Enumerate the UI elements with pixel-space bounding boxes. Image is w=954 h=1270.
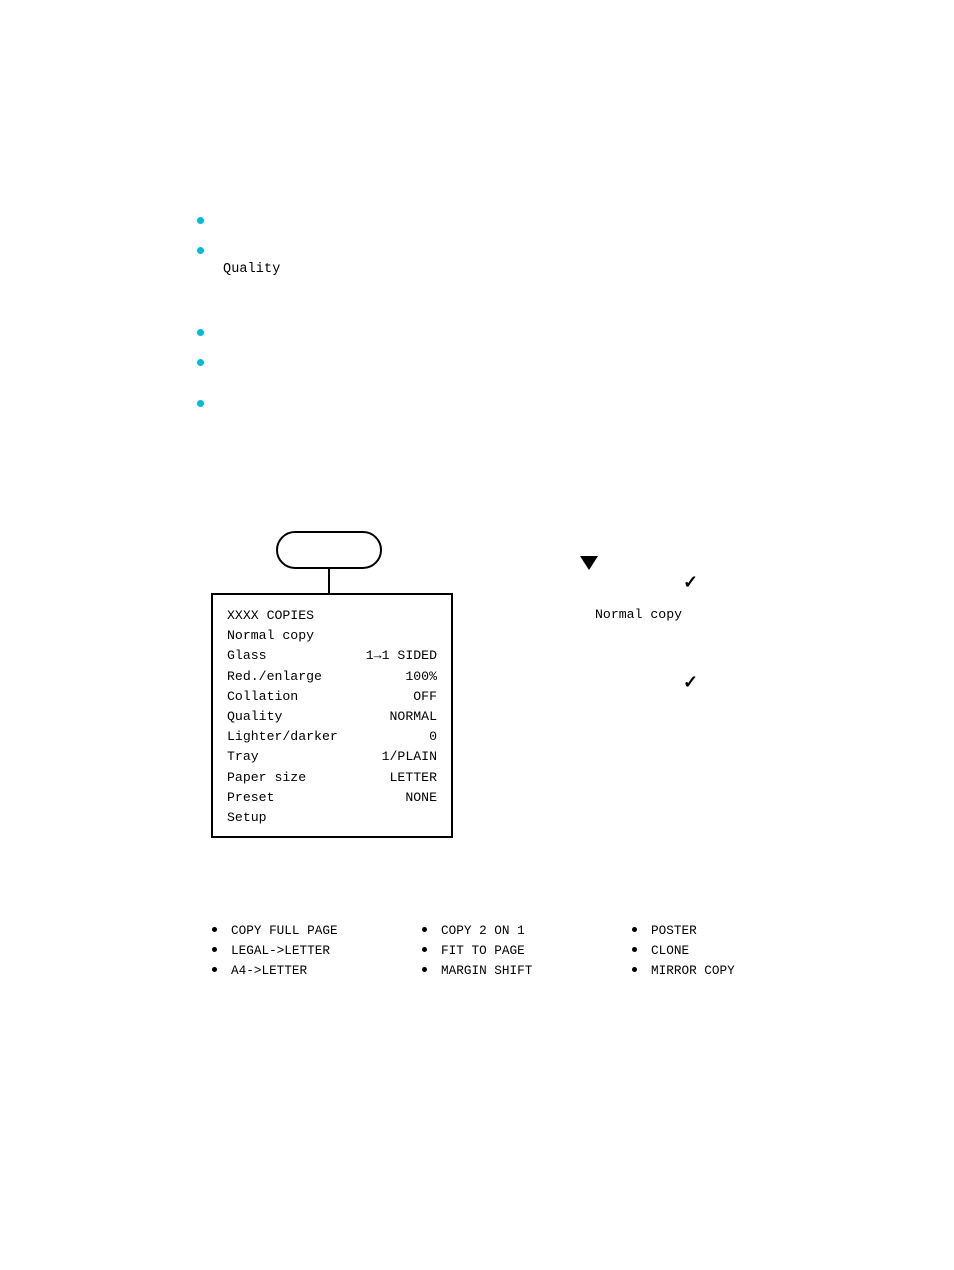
lcd-display: XXXX COPIES Normal copy Glass1→1 SIDED R… bbox=[211, 593, 453, 838]
check-icon: ✓ bbox=[683, 672, 698, 693]
list-item: COPY FULL PAGE bbox=[212, 921, 412, 941]
lcd-row: Glass1→1 SIDED bbox=[227, 646, 437, 666]
bullet-icon bbox=[197, 359, 204, 366]
note-bullet-4 bbox=[197, 354, 757, 366]
bullet-icon bbox=[422, 967, 427, 972]
chevron-down-icon bbox=[580, 556, 598, 570]
lcd-row: Paper sizeLETTER bbox=[227, 768, 437, 788]
preset-col-1: COPY FULL PAGE LEGAL->LETTER A4->LETTER bbox=[212, 921, 412, 981]
list-item: MIRROR COPY bbox=[632, 961, 832, 981]
bullet-icon bbox=[422, 927, 427, 932]
note-bullet-5 bbox=[197, 395, 757, 407]
lcd-title: XXXX COPIES bbox=[227, 606, 314, 626]
lcd-row: Setup bbox=[227, 808, 437, 828]
bullet-icon bbox=[197, 329, 204, 336]
bullet-icon bbox=[632, 927, 637, 932]
bullet-icon bbox=[422, 947, 427, 952]
bullet-icon bbox=[197, 400, 204, 407]
right-option-normal-copy: Normal copy bbox=[595, 605, 682, 625]
bullet-icon bbox=[212, 967, 217, 972]
lcd-row: CollationOFF bbox=[227, 687, 437, 707]
bullet-icon bbox=[212, 947, 217, 952]
preset-options: COPY FULL PAGE LEGAL->LETTER A4->LETTER … bbox=[212, 921, 832, 981]
bullet-icon bbox=[197, 217, 204, 224]
page-root: Quality XXXX COPIES Normal copy Glass1→1… bbox=[0, 0, 954, 1270]
list-item: CLONE bbox=[632, 941, 832, 961]
connector-line bbox=[328, 569, 330, 594]
check-icon: ✓ bbox=[683, 572, 698, 593]
lcd-row: QualityNORMAL bbox=[227, 707, 437, 727]
lcd-row: PresetNONE bbox=[227, 788, 437, 808]
list-item: COPY 2 ON 1 bbox=[422, 921, 622, 941]
list-item: FIT TO PAGE bbox=[422, 941, 622, 961]
list-item: MARGIN SHIFT bbox=[422, 961, 622, 981]
list-item: LEGAL->LETTER bbox=[212, 941, 412, 961]
lcd-row: Red./enlarge100% bbox=[227, 667, 437, 687]
list-item: A4->LETTER bbox=[212, 961, 412, 981]
bullet-icon bbox=[212, 927, 217, 932]
lcd-row: Lighter/darker0 bbox=[227, 727, 437, 747]
quality-label: Quality bbox=[223, 262, 280, 277]
bullet-icon bbox=[632, 967, 637, 972]
note-bullet-1 bbox=[197, 212, 757, 224]
preset-col-2: COPY 2 ON 1 FIT TO PAGE MARGIN SHIFT bbox=[422, 921, 622, 981]
copy-button[interactable] bbox=[276, 531, 382, 569]
note-bullet-2 bbox=[197, 242, 757, 254]
list-item: POSTER bbox=[632, 921, 832, 941]
bullet-icon bbox=[632, 947, 637, 952]
bullet-icon bbox=[197, 247, 204, 254]
lcd-row: Tray1/PLAIN bbox=[227, 747, 437, 767]
note-bullet-3 bbox=[197, 324, 757, 336]
preset-col-3: POSTER CLONE MIRROR COPY bbox=[632, 921, 832, 981]
lcd-mode: Normal copy bbox=[227, 626, 314, 646]
